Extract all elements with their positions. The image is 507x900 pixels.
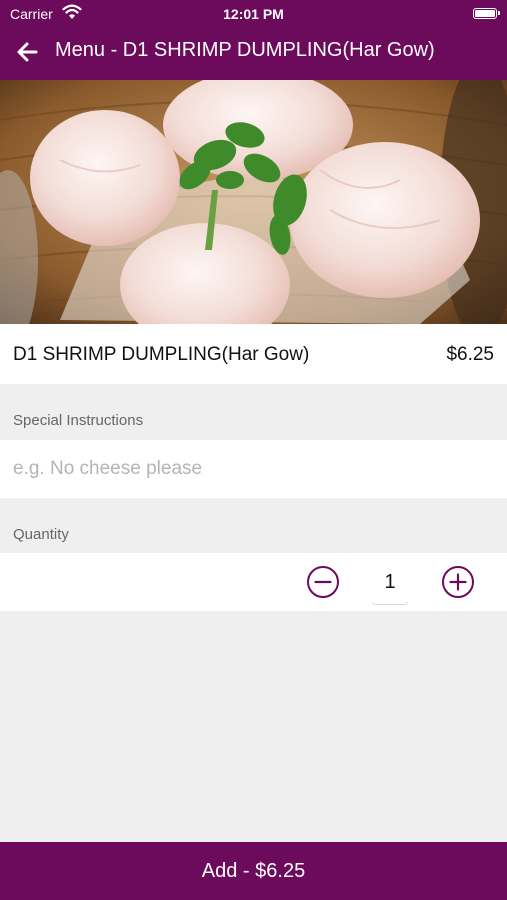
minus-circle-icon[interactable] [307, 566, 339, 598]
back-arrow-icon[interactable] [14, 38, 42, 66]
item-name: D1 SHRIMP DUMPLING(Har Gow) [13, 344, 310, 365]
quantity-value[interactable]: 1 [372, 563, 408, 603]
item-summary-row: D1 SHRIMP DUMPLING(Har Gow) $6.25 [0, 324, 507, 384]
item-photo [0, 80, 507, 324]
quantity-label: Quantity [13, 526, 69, 543]
status-bar: Carrier 12:01 PM [0, 0, 507, 28]
add-to-order-button[interactable]: Add - $6.25 [0, 842, 507, 900]
top-bar: Carrier 12:01 PM Menu - D1 SHRIMP DUMPLI… [0, 0, 507, 80]
nav-bar: Menu - D1 SHRIMP DUMPLING(Har Gow) [0, 34, 507, 70]
quantity-underline [372, 602, 408, 605]
special-instructions-input[interactable] [13, 452, 493, 486]
quantity-row: 1 [0, 553, 507, 611]
page-title: Menu - D1 SHRIMP DUMPLING(Har Gow) [55, 39, 435, 61]
special-instructions-label: Special Instructions [13, 412, 144, 429]
item-price: $6.25 [446, 344, 494, 365]
special-instructions-row [0, 440, 507, 498]
battery-icon [473, 8, 500, 19]
clock: 12:01 PM [223, 6, 284, 22]
plus-circle-icon[interactable] [442, 566, 474, 598]
